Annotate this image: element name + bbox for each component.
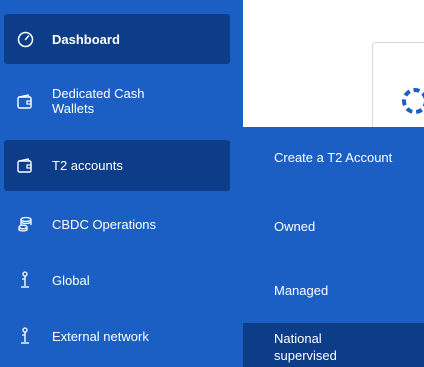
loading-spinner-icon [402, 88, 424, 114]
sidebar-item-dedicated-cash-wallets[interactable]: Dedicated Cash Wallets [4, 74, 230, 128]
submenu-item-national-supervised[interactable]: National supervised [243, 323, 424, 367]
bank-icon [16, 327, 34, 345]
sidebar-item-label: CBDC Operations [52, 216, 157, 232]
bank-icon [16, 271, 34, 289]
database-icon [16, 215, 34, 233]
sidebar-item-label: Dedicated Cash Wallets [52, 86, 145, 116]
sidebar-item-cbdc-operations[interactable]: CBDC Operations [4, 204, 230, 244]
submenu-item-managed[interactable]: Managed [243, 282, 424, 299]
submenu-item-create-t2-account[interactable]: Create a T2 Account [243, 149, 393, 166]
sidebar-item-label: Global [52, 272, 90, 288]
sidebar-item-label: T2 accounts [52, 158, 123, 173]
wallet-icon [16, 92, 34, 110]
sidebar-item-external-network[interactable]: External network [4, 316, 230, 356]
sidebar-item-label: Dashboard [52, 31, 120, 47]
t2-accounts-submenu: Create a T2 Account Owned Managed Nation… [243, 127, 424, 367]
speedometer-icon [16, 30, 34, 48]
wallet-icon [16, 157, 34, 175]
sidebar-item-global[interactable]: Global [4, 260, 230, 300]
sidebar-item-t2-accounts[interactable]: T2 accounts [4, 140, 230, 191]
sidebar-item-label: External network [52, 328, 149, 344]
sidebar: Dashboard Dedicated Cash Wallets T2 acco… [0, 0, 243, 367]
submenu-item-owned[interactable]: Owned [243, 218, 424, 235]
sidebar-item-dashboard[interactable]: Dashboard [4, 14, 230, 64]
